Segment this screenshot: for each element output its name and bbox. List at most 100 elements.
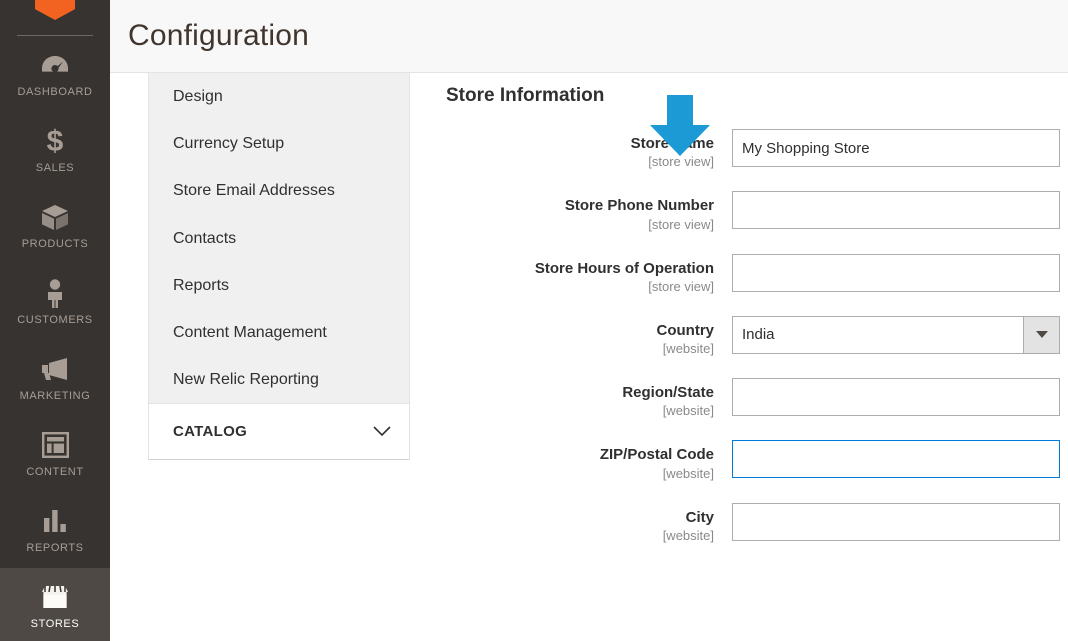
field-label-text: Store Hours of Operation xyxy=(534,259,714,277)
sidebar-item-label: PRODUCTS xyxy=(21,238,89,250)
field-row: ZIP/Postal Code [website] xyxy=(446,440,1060,481)
chevron-down-icon[interactable] xyxy=(1023,316,1059,353)
field-label: Region/State [website] xyxy=(446,378,732,418)
config-nav-item[interactable]: New Relic Reporting xyxy=(149,356,409,403)
field-label-text: ZIP/Postal Code xyxy=(599,446,714,464)
sidebar-item-label: SALES xyxy=(35,162,75,174)
sidebar-item-reports[interactable]: REPORTS xyxy=(0,492,110,568)
field-input[interactable] xyxy=(732,253,1060,292)
content-region: Configuration Design Currency Setup Stor… xyxy=(110,0,1068,641)
sidebar-item-label: DASHBOARD xyxy=(17,86,93,98)
sidebar-item-products[interactable]: PRODUCTS xyxy=(0,188,110,264)
config-nav-list: Design Currency Setup Store Email Addres… xyxy=(149,73,409,403)
sidebar-item-dashboard[interactable]: DASHBOARD xyxy=(0,36,110,112)
config-nav-item[interactable]: Design xyxy=(149,73,409,120)
config-section-catalog[interactable]: CATALOG xyxy=(149,403,409,461)
field-label-text: Country xyxy=(656,321,715,339)
sidebar-item-customers[interactable]: CUSTOMERS xyxy=(0,264,110,340)
field-label-text: Store Name xyxy=(630,135,714,152)
person-icon xyxy=(44,278,66,308)
admin-sidebar: DASHBOARD $ SALES PRODUCTS CUSTOMERS MAR… xyxy=(0,0,110,641)
section-title: Store Information xyxy=(446,85,605,106)
config-nav-item[interactable]: Reports xyxy=(149,262,409,309)
field-scope-text: [store view] xyxy=(648,154,714,170)
field-row: Store Hours of Operation [store view] xyxy=(446,253,1060,294)
config-nav-item-label: Contacts xyxy=(173,229,237,247)
store-information-form: Store Information Store Name [store view… xyxy=(410,73,1068,641)
config-nav-item-label: Design xyxy=(173,88,223,105)
config-nav-item-label: Content Management xyxy=(173,323,327,341)
field-scope-text: [website] xyxy=(662,465,714,481)
config-nav-item[interactable]: Content Management xyxy=(149,309,409,356)
field-label: City [website] xyxy=(446,503,732,543)
sidebar-item-sales[interactable]: $ SALES xyxy=(0,112,110,188)
page-title: Configuration xyxy=(128,19,310,52)
sidebar-nav: DASHBOARD $ SALES PRODUCTS CUSTOMERS MAR… xyxy=(0,36,110,641)
country-select-value: India xyxy=(742,326,775,344)
bar-chart-icon xyxy=(42,506,68,536)
field-label-text: City xyxy=(685,508,714,526)
svg-text:$: $ xyxy=(47,126,64,156)
field-label: Store Hours of Operation [store view] xyxy=(446,254,732,294)
storefront-icon xyxy=(40,582,70,612)
field-scope-text: [website] xyxy=(662,527,714,543)
config-nav-item[interactable]: Currency Setup xyxy=(149,120,409,167)
field-scope-text: [store view] xyxy=(648,216,714,232)
config-nav-item-label: New Relic Reporting xyxy=(173,371,319,389)
field-row: City [website] xyxy=(446,502,1060,543)
field-input[interactable] xyxy=(732,440,1060,479)
field-scope-text: [store view] xyxy=(648,278,714,294)
config-nav-column: Design Currency Setup Store Email Addres… xyxy=(110,73,410,641)
config-nav-item[interactable]: Store Email Addresses xyxy=(149,167,409,214)
field-input[interactable] xyxy=(732,502,1060,541)
field-label-text: Store Phone Number xyxy=(564,197,714,215)
field-label: Store Phone Number [store view] xyxy=(446,191,732,231)
field-row: Country [website] India xyxy=(446,315,1060,356)
sidebar-item-label: REPORTS xyxy=(26,542,84,554)
field-label-text: Region/State xyxy=(622,384,714,401)
field-list: Store Name [store view] Store Phone Numb… xyxy=(446,129,1060,543)
content-body: Design Currency Setup Store Email Addres… xyxy=(110,73,1068,641)
field-control xyxy=(732,502,1060,541)
config-nav-item[interactable]: Contacts xyxy=(149,215,409,262)
field-control xyxy=(732,253,1060,292)
field-control xyxy=(732,191,1060,230)
sidebar-item-label: MARKETING xyxy=(19,390,91,402)
field-row: Store Name [store view] xyxy=(446,129,1060,169)
sidebar-item-label: STORES xyxy=(30,618,80,630)
field-label: Country [website] xyxy=(446,316,732,356)
config-section-label: CATALOG xyxy=(173,423,248,441)
sidebar-item-stores[interactable]: STORES xyxy=(0,568,110,641)
box-package-icon xyxy=(41,202,69,232)
field-label: Store Name [store view] xyxy=(446,129,732,169)
dollar-sign-icon: $ xyxy=(44,126,66,156)
megaphone-icon xyxy=(40,354,70,384)
magento-logo-icon xyxy=(35,0,75,20)
field-input[interactable] xyxy=(732,129,1060,167)
field-row: Store Phone Number [store view] xyxy=(446,191,1060,232)
field-control xyxy=(732,440,1060,479)
layout-window-icon xyxy=(41,430,69,460)
sidebar-item-content[interactable]: CONTENT xyxy=(0,416,110,492)
config-nav-panel: Design Currency Setup Store Email Addres… xyxy=(148,73,410,461)
config-nav-item-label: Currency Setup xyxy=(173,135,285,153)
dashboard-gauge-icon xyxy=(40,50,70,80)
field-label: ZIP/Postal Code [website] xyxy=(446,440,732,480)
field-scope-text: [website] xyxy=(662,341,714,356)
field-input[interactable] xyxy=(732,378,1060,416)
page-header: Configuration xyxy=(110,0,1068,73)
country-select[interactable]: India xyxy=(732,315,1060,354)
field-control: India xyxy=(732,315,1060,354)
field-control xyxy=(732,378,1060,416)
sidebar-item-label: CUSTOMERS xyxy=(17,314,93,326)
field-input[interactable] xyxy=(732,191,1060,230)
field-row: Region/State [website] xyxy=(446,378,1060,418)
admin-page: DASHBOARD $ SALES PRODUCTS CUSTOMERS MAR… xyxy=(0,0,1068,641)
chevron-down-icon xyxy=(373,426,391,437)
field-scope-text: [website] xyxy=(662,403,714,419)
config-nav-item-label: Store Email Addresses xyxy=(173,182,335,200)
sidebar-item-label: CONTENT xyxy=(26,466,84,478)
magento-logo[interactable] xyxy=(0,0,110,22)
field-control xyxy=(732,129,1060,167)
sidebar-item-marketing[interactable]: MARKETING xyxy=(0,340,110,416)
